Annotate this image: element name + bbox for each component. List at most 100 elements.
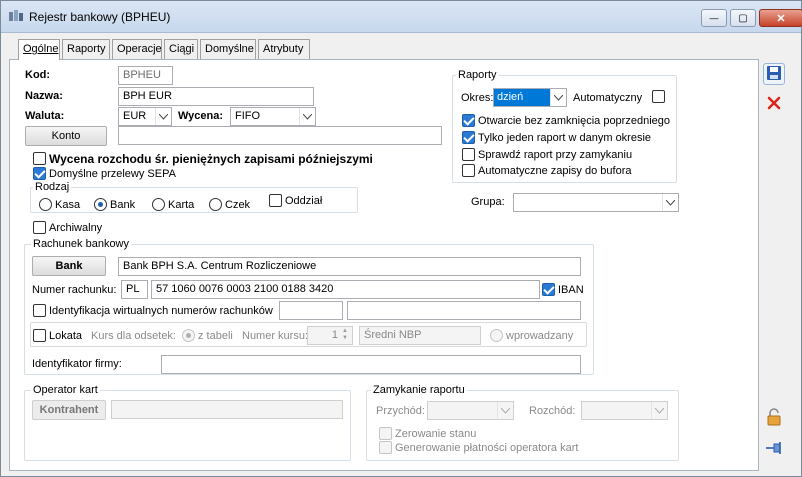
zerowanie-checkbox[interactable] xyxy=(379,427,392,440)
identyfikacja-field-1[interactable] xyxy=(279,301,343,320)
save-button[interactable] xyxy=(763,63,785,85)
wycena-select[interactable]: FIFO xyxy=(230,107,316,126)
radio-kasa[interactable] xyxy=(39,198,52,211)
tab-label: Atrybuty xyxy=(263,43,304,55)
pin-icon xyxy=(765,441,783,458)
chevron-down-icon xyxy=(155,108,171,125)
automatyczny-checkbox[interactable] xyxy=(652,90,665,103)
identyfikacja-field-2[interactable] xyxy=(347,301,581,320)
radio-z-tabeli[interactable] xyxy=(182,329,195,342)
lokata-label: Lokata xyxy=(49,330,83,342)
generowanie-label: Generowanie płatności operatora kart xyxy=(395,442,579,454)
przychod-select[interactable] xyxy=(427,401,514,420)
domyslne-sepa-label: Domyślne przelewy SEPA xyxy=(49,168,176,180)
kod-field[interactable]: BPHEU xyxy=(118,66,173,85)
radio-bank[interactable] xyxy=(94,198,107,211)
tab-ogolne[interactable]: Ogólne xyxy=(18,39,60,60)
iban-label: IBAN xyxy=(558,284,584,296)
konto-button[interactable]: Konto xyxy=(25,126,107,146)
spinner-icon[interactable]: ▲ ▼ xyxy=(342,328,352,343)
archiwalny-checkbox[interactable] xyxy=(33,221,46,234)
pin-button[interactable] xyxy=(763,438,785,460)
chevron-down-icon xyxy=(662,194,678,211)
grupa-label: Grupa: xyxy=(471,196,505,208)
wycena-rozchodu-checkbox[interactable] xyxy=(33,152,46,165)
raporty-title: Raporty xyxy=(456,69,499,81)
identyfikacja-label: Identyfikacja wirtualnych numerów rachun… xyxy=(49,305,273,317)
domyslne-sepa-checkbox[interactable] xyxy=(33,167,46,180)
numer-kursu-label: Numer kursu: xyxy=(242,330,309,342)
identyfikator-firmy-field[interactable] xyxy=(161,355,581,374)
jeden-raport-label: Tylko jeden raport w danym okresie xyxy=(478,132,652,144)
chevron-down-icon xyxy=(299,108,315,125)
automatyczny-label: Automatyczny xyxy=(573,92,643,104)
nazwa-label: Nazwa: xyxy=(25,90,63,102)
przychod-label: Przychód: xyxy=(376,405,425,417)
tab-label: Ciągi xyxy=(169,43,195,55)
jeden-raport-checkbox[interactable] xyxy=(462,131,475,144)
sredni-nbp-field[interactable]: Średni NBP xyxy=(359,326,481,345)
waluta-label: Waluta: xyxy=(25,110,65,122)
archiwalny-label: Archiwalny xyxy=(49,222,103,234)
nazwa-field[interactable]: BPH EUR xyxy=(118,87,314,106)
cancel-button[interactable] xyxy=(763,93,785,115)
oddzial-checkbox[interactable] xyxy=(269,194,282,207)
radio-karta[interactable] xyxy=(152,198,165,211)
lokata-checkbox[interactable] xyxy=(33,329,46,342)
numer-rachunku-field[interactable]: 57 1060 0076 0003 2100 0188 3420 xyxy=(151,280,540,299)
identyfikator-firmy-label: Identyfikator firmy: xyxy=(32,358,122,370)
otwarcie-checkbox[interactable] xyxy=(462,114,475,127)
lock-button[interactable] xyxy=(763,407,785,429)
rachunek-title: Rachunek bankowy xyxy=(31,238,132,250)
kontrahent-field[interactable] xyxy=(111,400,343,419)
automatyczne-zapisy-checkbox[interactable] xyxy=(462,164,475,177)
tab-label: Ogólne xyxy=(23,43,59,55)
window-title: Rejestr bankowy (BPHEU) xyxy=(29,10,171,24)
tab-atrybuty[interactable]: Atrybuty xyxy=(258,39,310,59)
lock-icon xyxy=(765,407,783,429)
grupa-select[interactable] xyxy=(513,193,679,212)
operator-title: Operator kart xyxy=(31,384,100,396)
window: Rejestr bankowy (BPHEU) — ▢ ✕ Ogólne Rap… xyxy=(0,0,802,477)
minimize-button[interactable]: — xyxy=(701,9,727,27)
tab-operacje[interactable]: Operacje xyxy=(112,39,162,59)
okres-select[interactable]: dzień xyxy=(493,88,567,107)
identyfikacja-checkbox[interactable] xyxy=(33,304,46,317)
tab-ciagi[interactable]: Ciągi xyxy=(164,39,198,59)
app-icon xyxy=(9,10,23,22)
maximize-button[interactable]: ▢ xyxy=(730,9,756,27)
maximize-icon: ▢ xyxy=(738,12,748,24)
okres-label: Okres: xyxy=(461,92,494,104)
zerowanie-label: Zerowanie stanu xyxy=(395,428,477,440)
cancel-icon xyxy=(766,95,782,114)
konto-field[interactable] xyxy=(118,126,442,145)
radio-karta-label: Karta xyxy=(168,199,195,211)
kontrahent-button[interactable]: Kontrahent xyxy=(32,400,106,420)
radio-kasa-label: Kasa xyxy=(55,199,81,211)
iban-checkbox[interactable] xyxy=(542,283,555,296)
bank-button[interactable]: Bank xyxy=(32,256,106,276)
save-icon xyxy=(766,65,782,84)
waluta-select[interactable]: EUR xyxy=(118,107,172,126)
generowanie-checkbox[interactable] xyxy=(379,441,392,454)
wycena-label: Wycena: xyxy=(178,110,224,122)
title-bar: Rejestr bankowy (BPHEU) — ▢ ✕ xyxy=(1,1,802,33)
tab-label: Operacje xyxy=(117,43,162,55)
rozchod-select[interactable] xyxy=(581,401,668,420)
country-code-field[interactable]: PL xyxy=(121,280,148,299)
waluta-value: EUR xyxy=(123,110,147,122)
sprawdz-raport-checkbox[interactable] xyxy=(462,148,475,161)
zamykanie-title: Zamykanie raportu xyxy=(371,384,467,396)
close-icon: ✕ xyxy=(776,12,786,25)
tab-domyslne[interactable]: Domyślne xyxy=(200,39,256,59)
close-button[interactable]: ✕ xyxy=(759,9,802,27)
automatyczne-zapisy-label: Automatyczne zapisy do bufora xyxy=(478,165,632,177)
tab-label: Raporty xyxy=(67,43,106,55)
sprawdz-raport-label: Sprawdź raport przy zamykaniu xyxy=(478,149,633,161)
chevron-down-icon xyxy=(550,89,566,106)
bank-name-field[interactable]: Bank BPH S.A. Centrum Rozliczeniowe xyxy=(118,257,581,276)
radio-wprowadzany[interactable] xyxy=(490,329,503,342)
radio-czek[interactable] xyxy=(209,198,222,211)
tab-raporty[interactable]: Raporty xyxy=(62,39,110,59)
oddzial-label: Oddział xyxy=(285,195,323,207)
